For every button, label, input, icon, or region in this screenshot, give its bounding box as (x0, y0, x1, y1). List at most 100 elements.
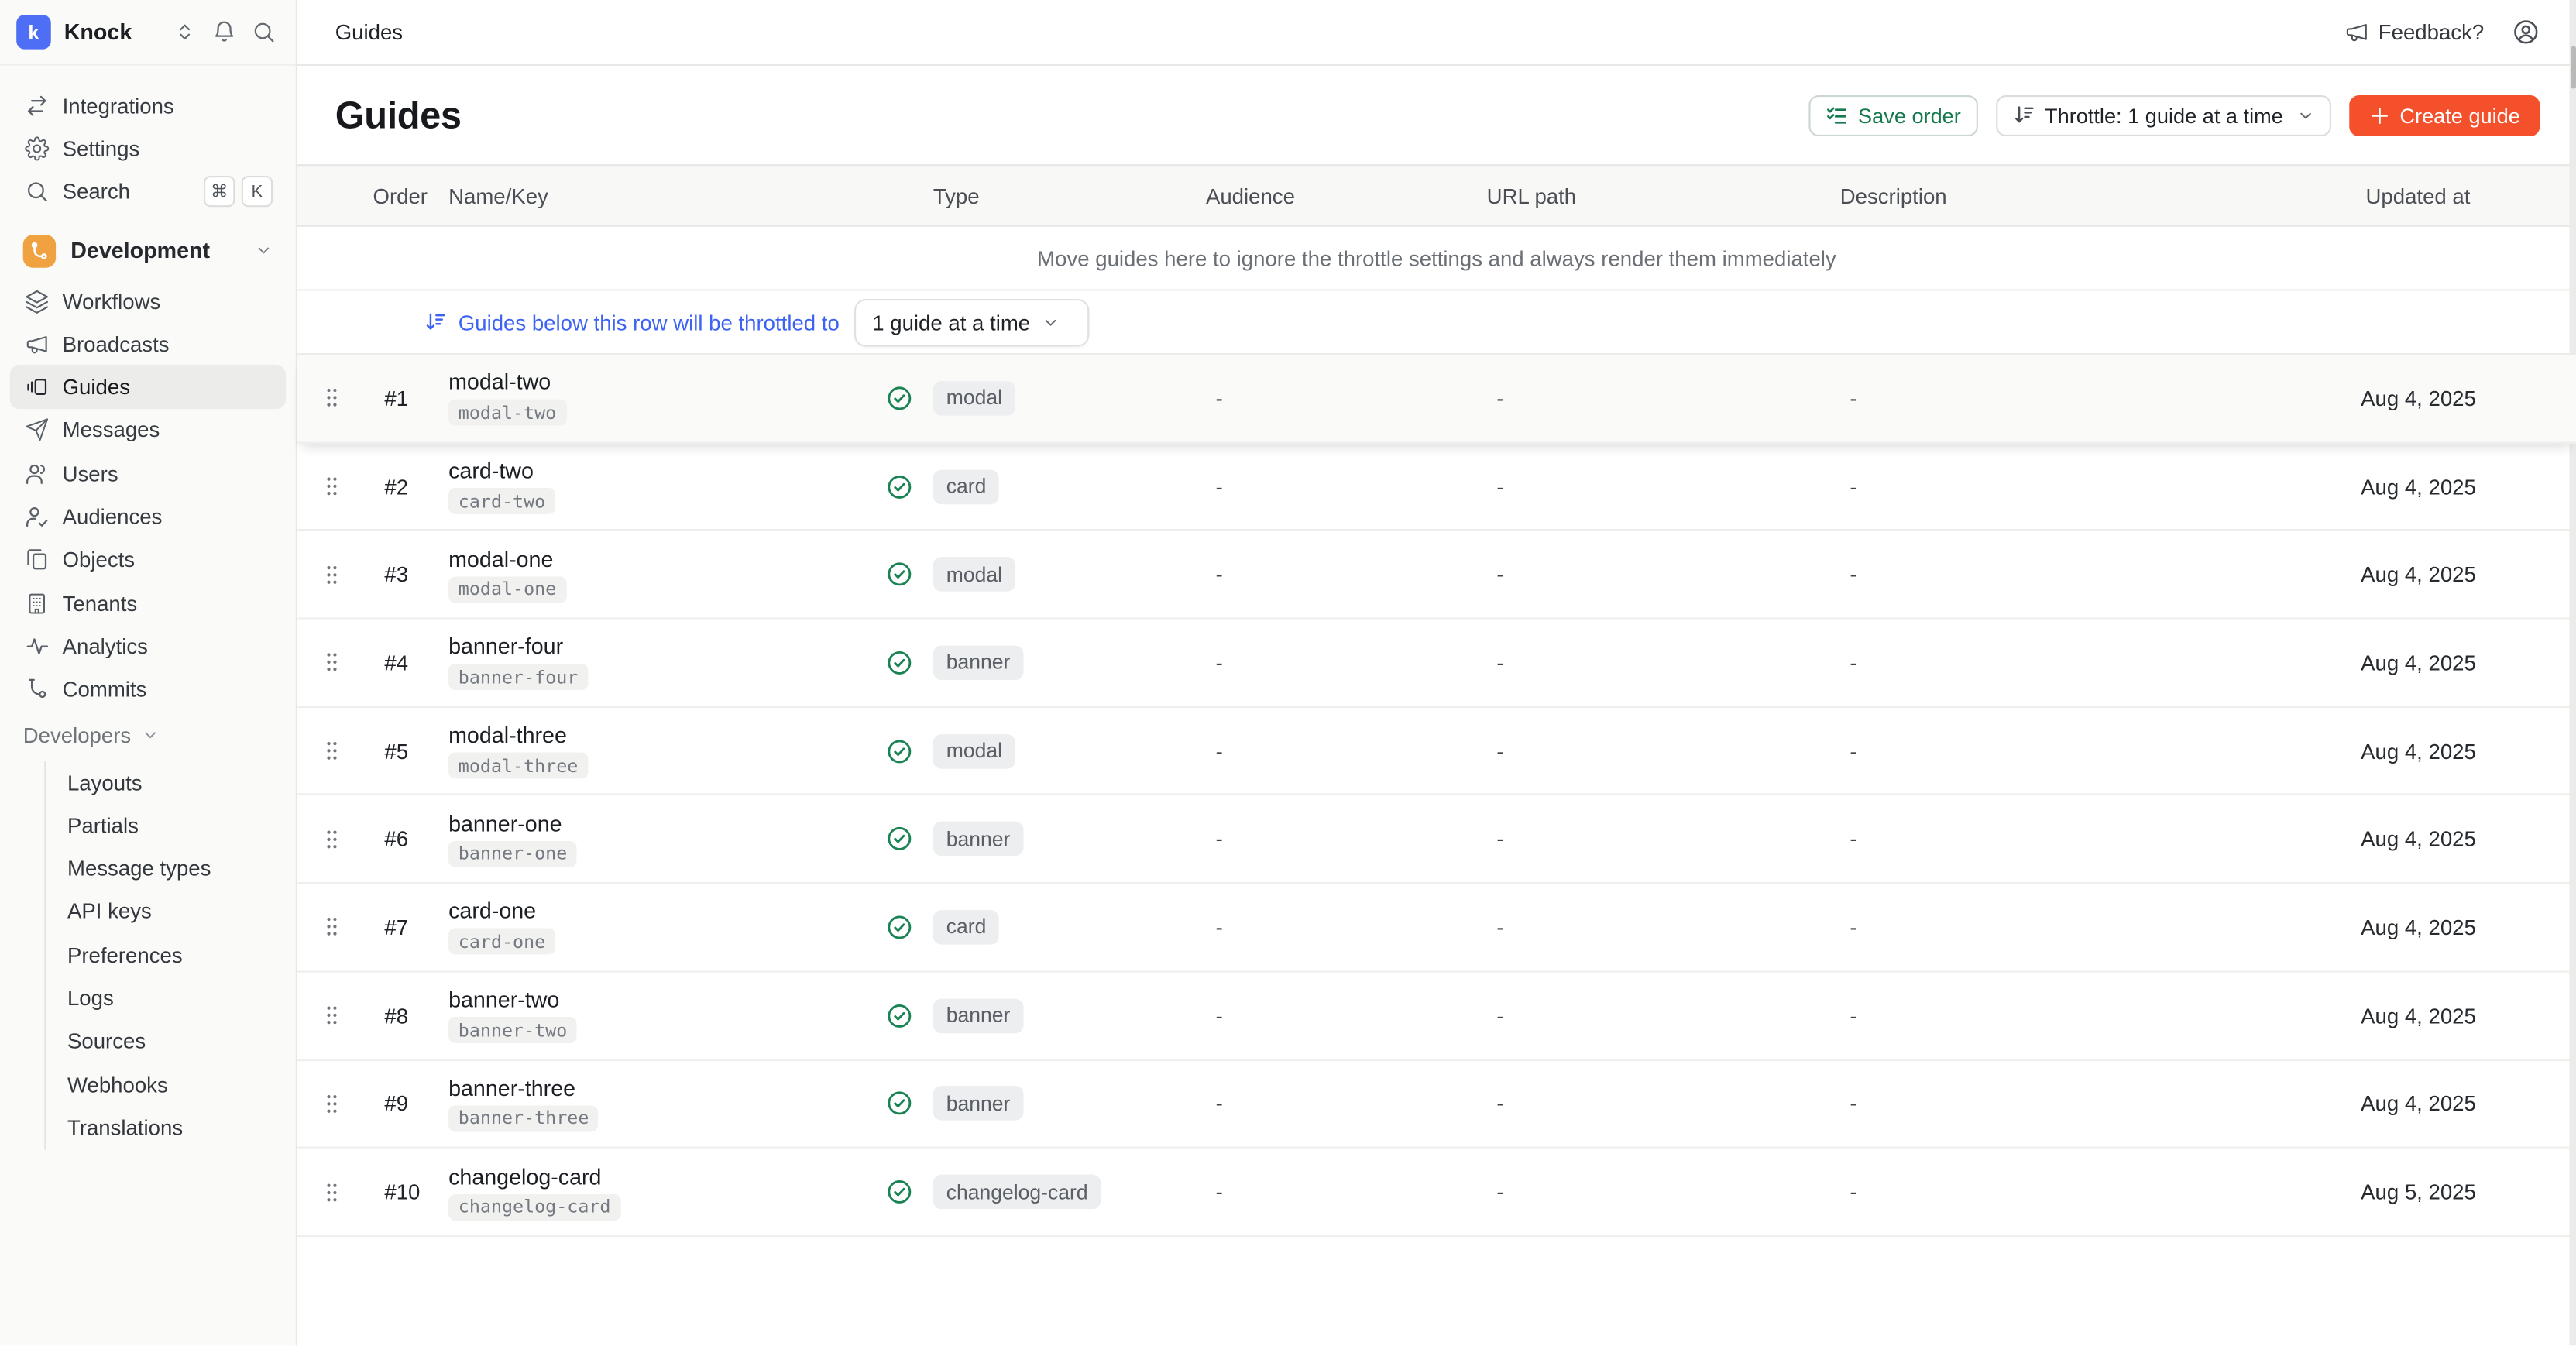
guide-key-badge: modal-two (448, 400, 566, 426)
table-row[interactable]: #6banner-onebanner-onebanner---Aug 4, 20… (297, 796, 2576, 884)
audience-value: - (1194, 739, 1475, 764)
drag-handle-icon[interactable] (320, 466, 343, 506)
guide-key-badge: banner-one (448, 841, 577, 867)
sidebar-item-message-types[interactable]: Message types (46, 846, 295, 890)
guide-name: card-one (448, 899, 536, 924)
audience-value: - (1194, 1091, 1475, 1116)
guide-key-badge: modal-one (448, 576, 566, 603)
status-check-icon (885, 1178, 913, 1206)
sidebar-item-tenants[interactable]: Tenants (10, 582, 286, 625)
table-row[interactable]: #1modal-twomodal-twomodal---Aug 4, 2025 (297, 355, 2576, 443)
unthrottled-drop-zone[interactable]: Move guides here to ignore the throttle … (297, 227, 2576, 291)
sidebar-item-messages[interactable]: Messages (10, 409, 286, 452)
name-key-cell: banner-fourbanner-four (438, 635, 871, 691)
table-row[interactable]: #2card-twocard-twocard---Aug 4, 2025 (297, 443, 2576, 531)
sidebar-item-translations[interactable]: Translations (46, 1106, 295, 1149)
sidebar-item-settings[interactable]: Settings (10, 127, 286, 170)
table-row[interactable]: #4banner-fourbanner-fourbanner---Aug 4, … (297, 620, 2576, 708)
sidebar-item-broadcasts[interactable]: Broadcasts (10, 322, 286, 366)
sidebar-item-preferences[interactable]: Preferences (46, 933, 295, 977)
table-row[interactable]: #7card-onecard-onecard---Aug 4, 2025 (297, 884, 2576, 972)
order-number: #6 (365, 827, 438, 852)
sort-descending-icon (2012, 104, 2035, 127)
sidebar-item-logs[interactable]: Logs (46, 977, 295, 1020)
throttle-dropdown-button[interactable]: Throttle: 1 guide at a time (1995, 94, 2330, 136)
drag-handle-icon[interactable] (320, 1173, 343, 1212)
create-guide-label: Create guide (2399, 103, 2519, 128)
throttle-divider-row: Guides below this row will be throttled … (297, 290, 2576, 355)
column-header-updated-at: Updated at (2349, 184, 2576, 208)
sidebar-section-developers[interactable]: Developers (10, 718, 286, 754)
type-badge: modal (933, 733, 1015, 768)
drag-handle-icon[interactable] (320, 819, 343, 859)
person-check-icon (23, 504, 50, 529)
sidebar-item-webhooks[interactable]: Webhooks (46, 1063, 295, 1106)
table-row[interactable]: #8banner-twobanner-twobanner---Aug 4, 20… (297, 972, 2576, 1060)
table-empty-space (297, 1237, 2576, 1346)
updated-at-value: Aug 4, 2025 (2349, 827, 2576, 852)
feedback-button[interactable]: Feedback? (2344, 19, 2484, 44)
type-badge: modal (933, 558, 1015, 592)
drag-handle-icon[interactable] (320, 731, 343, 771)
column-header-url-path: URL path (1475, 184, 1829, 208)
sidebar-item-search[interactable]: Search⌘K (10, 170, 286, 214)
sidebar-item-workflows[interactable]: Workflows (10, 279, 286, 322)
type-badge: banner (933, 1087, 1024, 1121)
workspace-switcher-icon[interactable] (173, 19, 197, 44)
sidebar-item-layouts[interactable]: Layouts (46, 761, 295, 804)
drag-handle-icon[interactable] (320, 643, 343, 682)
drag-handle-icon[interactable] (320, 908, 343, 947)
bell-icon[interactable] (212, 19, 237, 44)
throttle-divider-label[interactable]: Guides below this row will be throttled … (459, 310, 840, 335)
sidebar-item-analytics[interactable]: Analytics (10, 625, 286, 668)
table-row[interactable]: #3modal-onemodal-onemodal---Aug 4, 2025 (297, 531, 2576, 620)
name-key-cell: changelog-cardchangelog-card (438, 1164, 871, 1220)
sidebar-item-label: Workflows (63, 288, 161, 313)
name-key-cell: modal-twomodal-two (438, 370, 871, 426)
gear-icon (23, 136, 50, 161)
status-check-icon (885, 561, 913, 589)
sidebar-item-objects[interactable]: Objects (10, 538, 286, 582)
drag-handle-icon[interactable] (320, 1084, 343, 1124)
sidebar-item-integrations[interactable]: Integrations (10, 84, 286, 127)
kbd-key: K (242, 176, 273, 207)
guide-name: changelog-card (448, 1164, 601, 1189)
sidebar-item-partials[interactable]: Partials (46, 804, 295, 847)
name-key-cell: card-twocard-two (438, 458, 871, 514)
scrollbar-thumb[interactable] (2571, 46, 2575, 88)
status-check-icon (885, 825, 913, 853)
description-value: - (1829, 651, 2349, 675)
sidebar-item-users[interactable]: Users (10, 452, 286, 495)
table-row[interactable]: #9banner-threebanner-threebanner---Aug 4… (297, 1060, 2576, 1149)
sidebar-item-label: Broadcasts (63, 331, 170, 356)
name-key-cell: banner-onebanner-one (438, 811, 871, 867)
search-icon[interactable] (252, 19, 276, 44)
scrollbar-track[interactable] (2570, 0, 2576, 1346)
order-number: #4 (365, 651, 438, 675)
url-path-value: - (1475, 1003, 1829, 1028)
sidebar-item-sources[interactable]: Sources (46, 1019, 295, 1063)
status-check-icon (885, 384, 913, 412)
drag-handle-icon[interactable] (320, 555, 343, 594)
sidebar-item-audiences[interactable]: Audiences (10, 495, 286, 538)
throttle-value-select[interactable]: 1 guide at a time (854, 298, 1090, 346)
drag-handle-icon[interactable] (320, 379, 343, 418)
name-key-cell: card-onecard-one (438, 899, 871, 955)
user-avatar-icon[interactable] (2512, 18, 2540, 46)
create-guide-button[interactable]: Create guide (2349, 94, 2540, 136)
url-path-value: - (1475, 1179, 1829, 1204)
guide-key-badge: banner-three (448, 1105, 599, 1131)
save-order-button[interactable]: Save order (1808, 94, 1977, 136)
sidebar-nav: IntegrationsSettingsSearch⌘KDevelopment … (0, 66, 296, 1149)
description-value: - (1829, 562, 2349, 587)
drag-handle-icon[interactable] (320, 996, 343, 1035)
table-row[interactable]: #10changelog-cardchangelog-cardchangelog… (297, 1149, 2576, 1237)
environment-switcher[interactable]: Development (10, 226, 286, 276)
sidebar-item-guides[interactable]: Guides (10, 366, 286, 409)
sidebar-item-api-keys[interactable]: API keys (46, 890, 295, 933)
sidebar-item-commits[interactable]: Commits (10, 668, 286, 711)
table-row[interactable]: #5modal-threemodal-threemodal---Aug 4, 2… (297, 708, 2576, 796)
sidebar: k Knock IntegrationsSettingsSearch⌘KDeve… (0, 0, 297, 1346)
type-badge: card (933, 910, 1000, 945)
name-key-cell: banner-threebanner-three (438, 1076, 871, 1131)
